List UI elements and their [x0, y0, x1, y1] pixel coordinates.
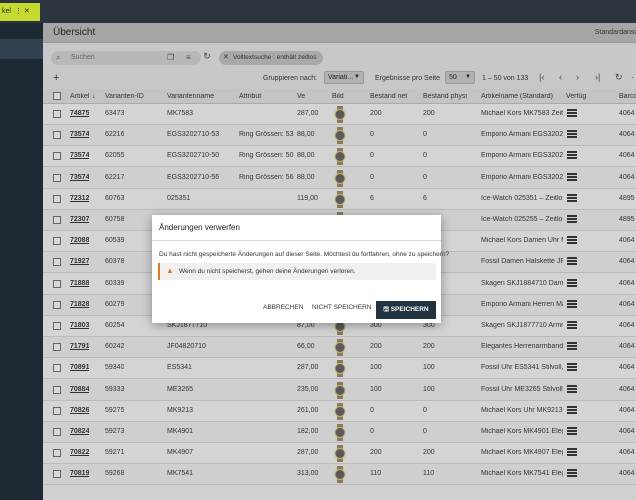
save-button[interactable]: 🖫 SPEICHERN: [376, 301, 436, 319]
dont-save-button[interactable]: NICHT SPEICHERN: [312, 304, 371, 311]
app-root: kel ⋮ ✕ Übersicht Standardansi ⌕ Suchen ❐…: [0, 0, 636, 500]
discard-changes-dialog: Änderungen verwerfen Du hast nicht gespe…: [152, 215, 449, 323]
warning-text: Wenn du nicht speicherst, gehen deine Än…: [179, 268, 356, 275]
save-icon: 🖫: [383, 306, 389, 313]
dialog-message: Du hast nicht gespeicherte Änderungen au…: [159, 251, 450, 258]
save-button-label: SPEICHERN: [390, 306, 429, 313]
dialog-title: Änderungen verwerfen: [152, 215, 441, 241]
warning-icon: ▲: [166, 266, 174, 275]
warning-box: ▲ Wenn du nicht speicherst, gehen deine …: [158, 263, 436, 280]
cancel-button[interactable]: ABBRECHEN: [263, 304, 303, 311]
